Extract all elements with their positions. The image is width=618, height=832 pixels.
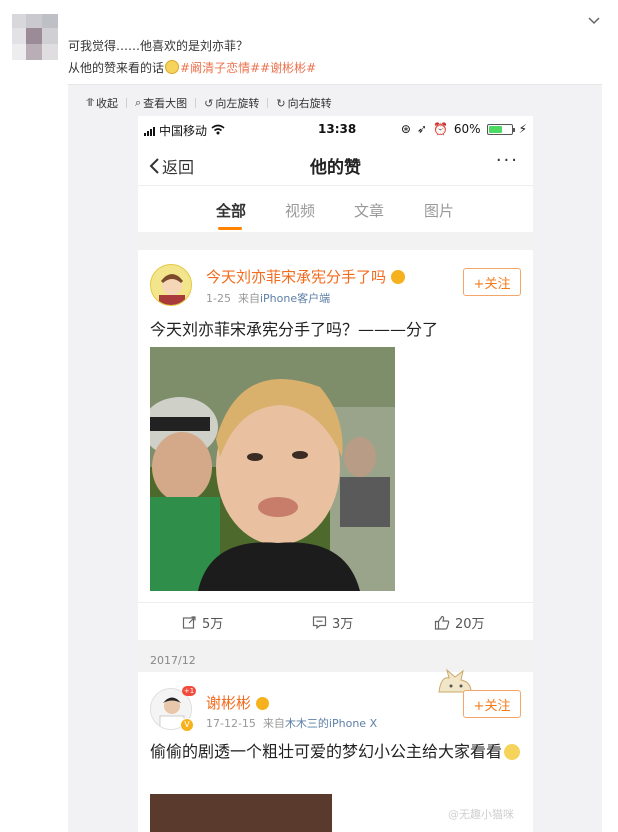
post-text-content: 偷偷的剧透一个粗壮可爱的梦幻小公主给大家看看	[150, 742, 503, 761]
carrier-label: 中国移动	[159, 124, 208, 138]
post-text: 偷偷的剧透一个粗壮可爱的梦幻小公主给大家看看	[150, 740, 530, 764]
phone-screenshot[interactable]: 中国移动 13:38 ⊛ ➶ ⏰ 60% ⚡ 返回 他的赞 ··· 全部 视频 …	[138, 116, 533, 832]
rotate-left-button[interactable]: ↺ 向左旋转	[204, 95, 259, 111]
magnifier-icon: ⌕	[135, 96, 142, 109]
tab-image[interactable]: 图片	[424, 200, 454, 221]
fan-emoji-icon	[390, 270, 405, 284]
rotate-right-icon: ↻	[276, 96, 286, 110]
follow-button[interactable]: +关注	[463, 690, 521, 718]
rotate-right-button[interactable]: ↻ 向右旋转	[276, 95, 331, 111]
status-bar: 中国移动 13:38 ⊛ ➶ ⏰ 60% ⚡	[138, 116, 533, 142]
author-name-text: 今天刘亦菲宋承宪分手了吗	[206, 268, 387, 286]
avatar[interactable]	[150, 264, 192, 306]
rotate-left-icon: ↺	[204, 96, 214, 110]
signal-icon	[144, 126, 155, 136]
comment-button[interactable]: 3万	[312, 613, 353, 632]
tab-all[interactable]: 全部	[216, 200, 246, 221]
rotate-right-label: 向右旋转	[287, 97, 332, 110]
divider	[195, 98, 197, 108]
post-text: 今天刘亦菲宋承宪分手了吗？———分了	[150, 320, 439, 339]
comment-text-prefix: 从他的赞来看的话	[68, 61, 165, 75]
nav-bar: 返回 他的赞 ···	[138, 142, 533, 186]
post-actions: 5万 3万 20万	[138, 602, 533, 640]
post-source[interactable]: 木木三的iPhone X	[285, 717, 377, 730]
notification-badge: +1	[182, 686, 196, 696]
collapse-icon: ⥣	[86, 96, 94, 109]
view-large-label: 查看大图	[143, 97, 188, 110]
author-name-text: 谢彬彬	[206, 694, 252, 712]
image-toolbar: ⥣ 收起 ⌕ 查看大图 ↺ 向左旋转 ↻ 向右旋转	[86, 95, 332, 111]
active-tab-indicator	[218, 227, 242, 230]
location-icon: ➶	[416, 122, 427, 136]
view-large-button[interactable]: ⌕ 查看大图	[135, 95, 187, 111]
post-date: 1-25	[206, 292, 231, 305]
collapse-label: 收起	[96, 97, 118, 110]
comment-text-2: 从他的赞来看的话 #阚清子恋情##谢彬彬#	[68, 59, 316, 76]
charging-icon: ⚡	[518, 122, 527, 136]
comment-icon	[312, 616, 327, 630]
post-image[interactable]	[150, 347, 395, 591]
clock: 13:38	[318, 122, 357, 136]
collapse-button[interactable]: ⥣ 收起	[86, 95, 118, 111]
watermark: @无趣小猫咪	[448, 808, 514, 821]
post-source[interactable]: iPhone客户端	[260, 292, 330, 305]
follow-button[interactable]: +关注	[463, 268, 521, 296]
post-meta: 17-12-15 来自木木三的iPhone X	[206, 715, 377, 731]
battery-icon	[486, 123, 515, 135]
glasses-emoji-icon	[504, 744, 521, 760]
post-image[interactable]	[150, 794, 332, 832]
divider	[267, 98, 269, 108]
author-name[interactable]: 谢彬彬	[206, 692, 269, 713]
author-name[interactable]: 今天刘亦菲宋承宪分手了吗	[206, 266, 405, 287]
topic-links[interactable]: #阚清子恋情##谢彬彬#	[180, 61, 316, 75]
post-meta: 1-25 来自iPhone客户端	[206, 290, 330, 306]
post-date: 17-12-15	[206, 717, 256, 730]
from-label: 来自	[237, 292, 260, 305]
repost-icon	[182, 616, 196, 629]
rotate-left-label: 向左旋转	[215, 97, 260, 110]
more-button[interactable]: ···	[496, 150, 519, 171]
comment-count: 3万	[332, 617, 354, 632]
repost-button[interactable]: 5万	[182, 613, 223, 632]
thumbs-up-icon	[434, 615, 450, 630]
alarm-icon: ⏰	[432, 122, 448, 136]
smile-emoji-icon	[165, 60, 180, 74]
tab-article[interactable]: 文章	[354, 200, 384, 221]
post-card: 今天刘亦菲宋承宪分手了吗 1-25 来自iPhone客户端 +关注 今天刘亦菲宋…	[138, 250, 533, 640]
repost-count: 5万	[202, 617, 224, 632]
battery-percent: 60%	[453, 122, 481, 136]
like-count: 20万	[455, 617, 485, 632]
tab-video[interactable]: 视频	[285, 200, 315, 221]
tab-bar: 全部 视频 文章 图片	[138, 186, 533, 232]
verified-icon: V	[180, 718, 194, 732]
from-label: 来自	[262, 717, 285, 730]
rotation-lock-icon: ⊛	[400, 122, 411, 136]
comment-text: 可我觉得……他喜欢的是刘亦菲？	[68, 39, 249, 53]
wifi-icon	[211, 124, 225, 138]
commenter-avatar[interactable]	[12, 14, 58, 60]
crown-icon	[255, 697, 269, 710]
divider	[126, 98, 127, 108]
page-title: 他的赞	[310, 158, 361, 178]
like-button[interactable]: 20万	[434, 613, 485, 632]
chevron-down-icon[interactable]	[586, 14, 602, 28]
